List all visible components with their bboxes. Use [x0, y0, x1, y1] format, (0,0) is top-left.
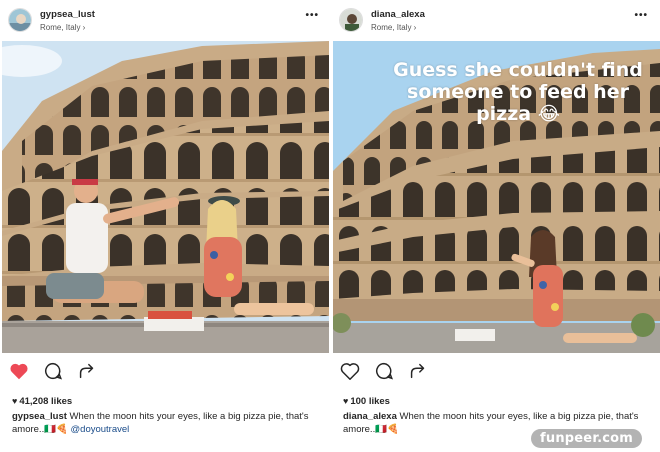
heart-outline-icon[interactable] — [339, 360, 361, 382]
avatar-image — [340, 9, 362, 31]
watermark: funpeer.com — [531, 429, 642, 448]
post-caption: gypsea_lust When the moon hits your eyes… — [12, 410, 324, 436]
post-header: gypsea_lust Rome, Italy › ••• — [0, 0, 331, 40]
avatar-image — [9, 9, 31, 31]
likes-count[interactable]: ♥ 41,208 likes — [12, 396, 72, 407]
heart-icon[interactable] — [8, 360, 30, 382]
post-actions — [8, 358, 128, 384]
post-photo[interactable] — [2, 41, 329, 353]
more-options-icon[interactable]: ••• — [634, 10, 648, 21]
comment-icon[interactable] — [373, 360, 395, 382]
post-location[interactable]: Rome, Italy › — [40, 23, 85, 32]
avatar[interactable] — [339, 8, 363, 32]
heart-small-icon: ♥ — [343, 396, 349, 406]
more-options-icon[interactable]: ••• — [305, 10, 319, 21]
caption-username[interactable]: diana_alexa — [343, 411, 397, 422]
post-diana: diana_alexa Rome, Italy › ••• Guess she … — [331, 0, 660, 452]
comment-icon[interactable] — [42, 360, 64, 382]
post-actions — [339, 358, 459, 384]
share-icon[interactable] — [76, 360, 98, 382]
post-photo[interactable]: Guess she couldn't find someone to feed … — [333, 41, 660, 353]
meme-overlay-text: Guess she couldn't find someone to feed … — [393, 59, 643, 125]
heart-small-icon: ♥ — [12, 396, 18, 406]
post-gypsea: gypsea_lust Rome, Italy › ••• ♥ 41,208 l… — [0, 0, 331, 452]
likes-text: 100 likes — [350, 396, 390, 407]
caption-username[interactable]: gypsea_lust — [12, 411, 67, 422]
share-icon[interactable] — [407, 360, 429, 382]
colosseum-photo — [2, 41, 329, 353]
avatar[interactable] — [8, 8, 32, 32]
post-username[interactable]: diana_alexa — [371, 9, 425, 20]
likes-text: 41,208 likes — [19, 396, 73, 407]
post-username[interactable]: gypsea_lust — [40, 9, 95, 20]
likes-count[interactable]: ♥ 100 likes — [343, 396, 390, 407]
caption-tag-link[interactable]: @doyoutravel — [71, 424, 130, 435]
post-location[interactable]: Rome, Italy › — [371, 23, 416, 32]
post-header: diana_alexa Rome, Italy › ••• — [331, 0, 660, 40]
